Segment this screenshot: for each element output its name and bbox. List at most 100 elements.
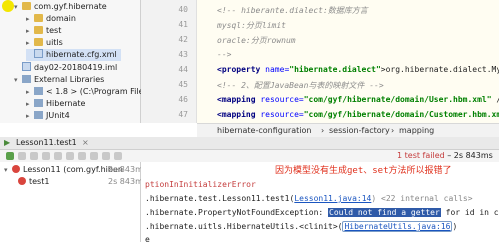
code-string: "com/gyf/hibernate/domain/User.hbm.xml" [303, 95, 492, 104]
code-text: >org.hibernate.dialect.MySQ [380, 65, 499, 74]
internal-calls-text[interactable]: ) <22 internal calls> [371, 194, 472, 203]
tree-item[interactable]: ▸ JUnit4 [26, 110, 70, 122]
line-number: 43 [178, 50, 188, 59]
expand-all-icon[interactable] [66, 152, 74, 160]
tree-item[interactable]: ▾ com.gyf.hibernate [14, 1, 107, 13]
test-row-method[interactable]: test1 2s 843ms [18, 176, 147, 188]
code-line[interactable]: mysql:分页limit [217, 20, 286, 31]
test-row-class[interactable]: ▾ Lesson11 (com.gyf.hiben 2s 843ms [4, 164, 147, 176]
test-results-tree: ▾ Lesson11 (com.gyf.hiben 2s 843ms test1 … [0, 162, 147, 242]
tree-item-label: day02-20180419.iml [34, 63, 118, 72]
tree-item[interactable]: ▾ External Libraries [14, 74, 104, 86]
console-line-4: .hibernate.uitls.HibernateUtils.<clinit>… [145, 221, 458, 232]
breadcrumb-separator: › [321, 126, 325, 135]
previous-failed-icon[interactable] [90, 152, 98, 160]
cursor-highlight-marker [2, 0, 14, 12]
selected-text[interactable]: Could not find a getter [328, 208, 441, 217]
library-icon [34, 87, 43, 95]
tree-item-label: Hibernate [46, 99, 86, 108]
console-line-5: e [145, 235, 150, 242]
test-console-output[interactable]: 因为模型没有生成get、set方法所以报错了 ptionInInitialize… [141, 162, 499, 242]
breadcrumb-item-configuration[interactable]: hibernate-configuration [217, 126, 311, 135]
settings-icon[interactable] [114, 152, 122, 160]
rerun-icon[interactable] [6, 152, 14, 160]
close-tab-icon[interactable]: × [82, 137, 89, 149]
breadcrumb-item-session-factory[interactable]: session-factory [329, 126, 390, 135]
line-number: 45 [178, 80, 188, 89]
code-tag: <mapping [217, 95, 261, 104]
expand-arrow-icon[interactable]: ▸ [26, 25, 34, 37]
breadcrumb-item-mapping[interactable]: mapping [399, 126, 434, 135]
code-comment: oracle:分页rownum [217, 36, 296, 45]
expand-arrow-icon[interactable]: ▸ [26, 13, 34, 25]
code-attribute: name= [265, 65, 290, 74]
collapse-all-icon[interactable] [78, 152, 86, 160]
tree-item-label: com.gyf.hibernate [34, 2, 107, 11]
console-line-1: ptionInInitializerError [145, 180, 256, 189]
failed-icon [12, 165, 20, 173]
line-number: 40 [178, 5, 188, 14]
folder-icon [34, 38, 43, 46]
console-line-2: .hibernate.test.Lesson11.test1(Lesson11.… [145, 194, 473, 203]
ignored-filter-icon[interactable] [30, 152, 38, 160]
expand-arrow-icon[interactable]: ▸ [26, 98, 34, 110]
xml-file-icon [34, 49, 43, 58]
code-tag: <property [217, 65, 266, 74]
line-number: 46 [178, 95, 188, 104]
breadcrumb-separator: › [391, 126, 395, 135]
source-link[interactable]: Lesson11.java:14 [294, 194, 371, 203]
expand-arrow-icon[interactable]: ▾ [14, 74, 22, 86]
line-number: 42 [178, 35, 188, 44]
tree-item[interactable]: ▸ uitls [26, 37, 63, 49]
expand-arrow-icon[interactable]: ▾ [14, 1, 22, 13]
tree-item[interactable]: hibernate.cfg.xml [26, 49, 121, 61]
tree-item[interactable]: ▸ domain [26, 13, 76, 25]
tree-item-label: hibernate.cfg.xml [46, 50, 117, 59]
pass-filter-icon[interactable] [18, 152, 26, 160]
code-line[interactable]: <!-- hiberante.dialect:数据库方言 [217, 5, 368, 16]
tree-item-label: External Libraries [34, 75, 105, 84]
tree-item[interactable]: day02-20180419.iml [14, 62, 117, 74]
test-status-text: 1 test failed – 2s 843ms [397, 151, 493, 160]
expand-arrow-icon[interactable]: ▸ [26, 37, 34, 49]
tree-item[interactable]: ▸ test [26, 25, 61, 37]
expand-arrow-icon[interactable]: ▸ [26, 110, 34, 122]
code-editor[interactable]: <!-- hiberante.dialect:数据库方言 mysql:分页lim… [197, 0, 499, 123]
library-icon [34, 99, 43, 107]
code-comment: <!-- 2、配置JavaBean与表的映射文件 --> [217, 81, 384, 90]
code-line[interactable]: <!-- 2、配置JavaBean与表的映射文件 --> [217, 80, 384, 91]
code-attribute: resource= [260, 95, 304, 104]
code-line[interactable]: <mapping resource="com/gyf/hibernate/dom… [217, 110, 499, 119]
code-text: /> [492, 95, 499, 104]
run-icon: ▶ [4, 138, 11, 147]
stack-text: .hibernate.test.Lesson11.test1( [145, 194, 295, 203]
code-line[interactable]: <property name="hibernate.dialect">org.h… [217, 65, 499, 74]
library-icon [34, 111, 43, 119]
expand-arrow-icon[interactable]: ▸ [26, 86, 34, 98]
failed-count: 1 test failed [397, 151, 445, 160]
source-link[interactable]: HibernateUtils.java:16 [342, 221, 453, 232]
collapse-arrow-icon[interactable]: ▾ [4, 164, 12, 176]
code-line[interactable]: <mapping resource="com/gyf/hibernate/dom… [217, 95, 499, 104]
run-tab-label[interactable]: Lesson11.test1 [16, 137, 77, 149]
next-failed-icon[interactable] [102, 152, 110, 160]
code-string: "com/gyf/hibernate/domain/Customer.hbm.x… [303, 110, 499, 119]
folder-icon [34, 26, 43, 34]
code-line[interactable]: --> [217, 50, 231, 59]
stack-text: ) [452, 222, 458, 231]
status-time: – 2s 843ms [447, 151, 493, 160]
stack-text: .hibernate.uitls.HibernateUtils.<clinit>… [145, 222, 343, 231]
folder-icon [34, 14, 43, 22]
tree-item-label: domain [46, 14, 76, 23]
run-tab-bar: ▶ Lesson11.test1 × [0, 137, 499, 150]
tree-item-label: JUnit4 [46, 111, 70, 120]
code-attribute: resource= [260, 110, 304, 119]
editor-gutter: 40 41 42 43 44 45 46 47 [141, 0, 197, 123]
tree-item[interactable]: ▸ Hibernate [26, 98, 85, 110]
code-line[interactable]: oracle:分页rownum [217, 35, 296, 46]
tree-item-label: test [46, 26, 62, 35]
sort-duration-icon[interactable] [54, 152, 62, 160]
line-number: 47 [178, 110, 188, 119]
failed-icon [18, 177, 26, 185]
sort-alpha-icon[interactable] [42, 152, 50, 160]
